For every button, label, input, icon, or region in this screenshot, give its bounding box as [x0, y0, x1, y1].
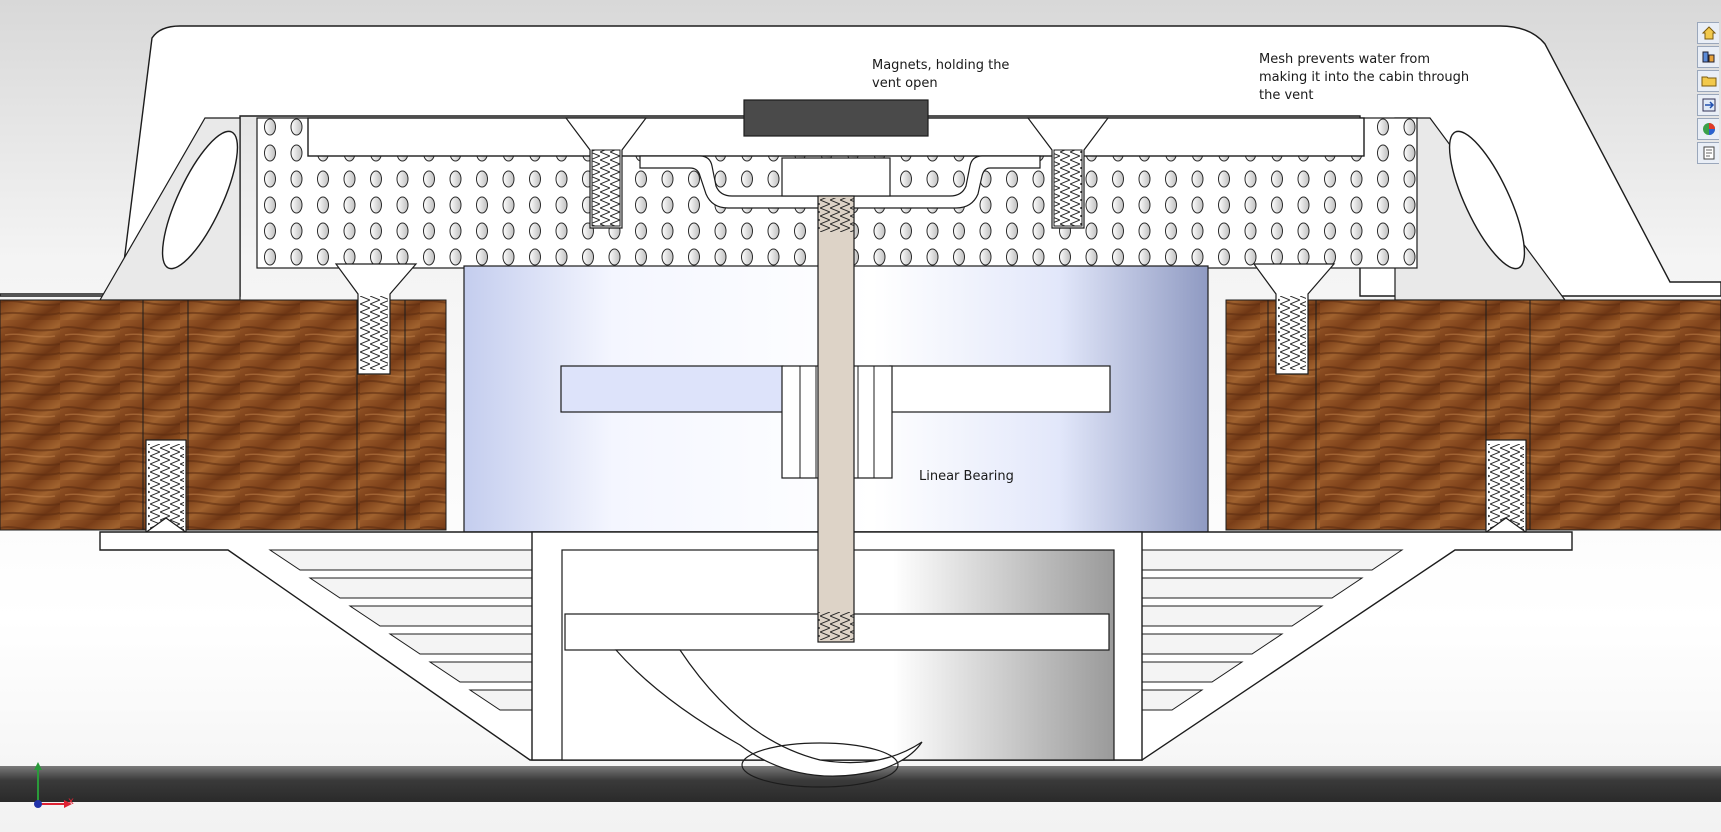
- appearances-button[interactable]: [1697, 118, 1719, 140]
- bearing-callout: Linear Bearing: [919, 469, 1014, 484]
- z-axis-icon: [34, 800, 42, 808]
- design-library-icon: [1702, 51, 1714, 63]
- view-palette-button[interactable]: [1697, 94, 1719, 116]
- home-icon: [1701, 26, 1716, 40]
- cad-viewport[interactable]: [0, 0, 1721, 832]
- shaft-cap: [781, 157, 891, 197]
- custom-properties-icon: [1703, 146, 1714, 160]
- disc-plate-right: [889, 365, 1111, 413]
- folder-icon: [1701, 76, 1716, 87]
- design-library-button[interactable]: [1697, 46, 1719, 68]
- x-axis-label: x: [68, 796, 74, 807]
- file-explorer-button[interactable]: [1697, 70, 1719, 92]
- mesh-callout: Mesh prevents water from making it into …: [1259, 52, 1470, 103]
- shaft-thread-top: [818, 198, 854, 232]
- home-button[interactable]: [1697, 22, 1719, 44]
- magnet: [743, 99, 929, 137]
- task-pane-toolbar: [1697, 22, 1721, 166]
- appearances-icon: [1702, 123, 1715, 135]
- view-palette-icon: [1702, 98, 1715, 112]
- disc-plate-left: [560, 365, 784, 413]
- shaft-thread-bottom: [818, 612, 854, 640]
- custom-properties-button[interactable]: [1697, 142, 1719, 164]
- central-shaft: [817, 195, 855, 643]
- reference-triad: [34, 762, 72, 808]
- magnets-callout: Magnets, holding the vent open: [872, 58, 1010, 91]
